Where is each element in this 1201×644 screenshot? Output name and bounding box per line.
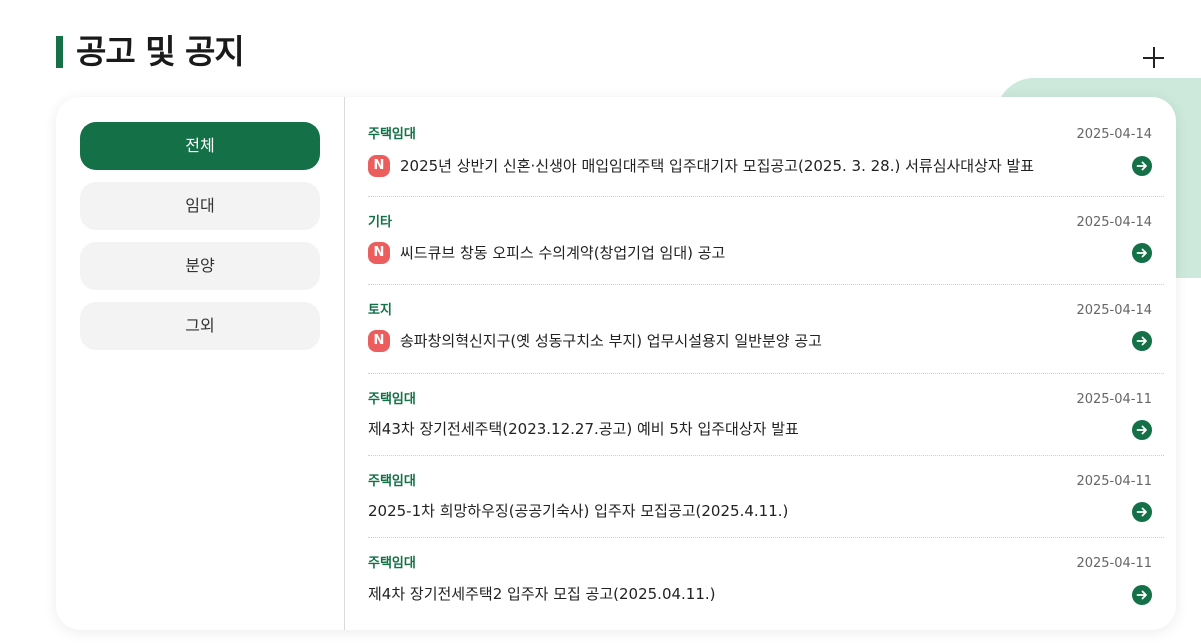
notice-row[interactable]: 주택임대 2025-04-11 2025-1차 희망하우징(공공기숙사) 입주자…	[368, 456, 1164, 538]
tab-sale[interactable]: 분양	[80, 242, 320, 290]
notice-date: 2025-04-11	[1076, 556, 1152, 571]
notice-list: 주택임대 2025-04-14 N 2025년 상반기 신혼·신생아 매입임대주…	[368, 115, 1164, 618]
plus-icon[interactable]	[1140, 44, 1168, 72]
title-accent-bar	[56, 36, 63, 68]
notice-date: 2025-04-14	[1076, 303, 1152, 318]
new-badge: N	[368, 242, 390, 264]
arrow-right-icon[interactable]	[1132, 585, 1152, 605]
notice-date: 2025-04-11	[1076, 474, 1152, 489]
new-badge: N	[368, 330, 390, 352]
notice-title[interactable]: 제43차 장기전세주택(2023.12.27.공고) 예비 5차 입주대상자 발…	[368, 419, 799, 439]
arrow-right-icon[interactable]	[1132, 502, 1152, 522]
notice-row[interactable]: 주택임대 2025-04-11 제43차 장기전세주택(2023.12.27.공…	[368, 374, 1164, 456]
notice-category: 기타	[368, 215, 392, 230]
new-badge: N	[368, 155, 390, 177]
notice-row[interactable]: 주택임대 2025-04-11 제4차 장기전세주택2 입주자 모집 공고(20…	[368, 538, 1164, 618]
notice-card: 전체 임대 분양 그외 주택임대 2025-04-14 N 2025년 상반기 …	[56, 97, 1176, 630]
notice-row[interactable]: 주택임대 2025-04-14 N 2025년 상반기 신혼·신생아 매입임대주…	[368, 115, 1164, 197]
notice-date: 2025-04-14	[1076, 215, 1152, 230]
arrow-right-icon[interactable]	[1132, 243, 1152, 263]
arrow-right-icon[interactable]	[1132, 331, 1152, 351]
arrow-right-icon[interactable]	[1132, 156, 1152, 176]
tab-others[interactable]: 그외	[80, 302, 320, 350]
notice-page: 공고 및 공지 전체 임대 분양 그외 주택임대 2025-04-14 N 20…	[0, 0, 1201, 644]
notice-date: 2025-04-11	[1076, 392, 1152, 407]
notice-title[interactable]: 씨드큐브 창동 오피스 수의계약(창업기업 임대) 공고	[400, 243, 725, 263]
notice-date: 2025-04-14	[1076, 127, 1152, 142]
notice-category: 주택임대	[368, 556, 416, 571]
notice-row[interactable]: 기타 2025-04-14 N 씨드큐브 창동 오피스 수의계약(창업기업 임대…	[368, 197, 1164, 285]
arrow-right-icon[interactable]	[1132, 420, 1152, 440]
tab-all[interactable]: 전체	[80, 122, 320, 170]
notice-category: 주택임대	[368, 474, 416, 489]
category-tabs: 전체 임대 분양 그외	[56, 97, 345, 630]
notice-category: 주택임대	[368, 392, 416, 407]
notice-title[interactable]: 2025년 상반기 신혼·신생아 매입임대주택 입주대기자 모집공고(2025.…	[400, 156, 1034, 176]
notice-row[interactable]: 토지 2025-04-14 N 송파창의혁신지구(옛 성동구치소 부지) 업무시…	[368, 285, 1164, 374]
notice-category: 토지	[368, 303, 392, 318]
page-title: 공고 및 공지	[76, 32, 245, 71]
tab-rental[interactable]: 임대	[80, 182, 320, 230]
notice-title[interactable]: 2025-1차 희망하우징(공공기숙사) 입주자 모집공고(2025.4.11.…	[368, 501, 788, 521]
notice-title[interactable]: 송파창의혁신지구(옛 성동구치소 부지) 업무시설용지 일반분양 공고	[400, 331, 822, 351]
notice-category: 주택임대	[368, 127, 416, 142]
notice-title[interactable]: 제4차 장기전세주택2 입주자 모집 공고(2025.04.11.)	[368, 584, 716, 604]
